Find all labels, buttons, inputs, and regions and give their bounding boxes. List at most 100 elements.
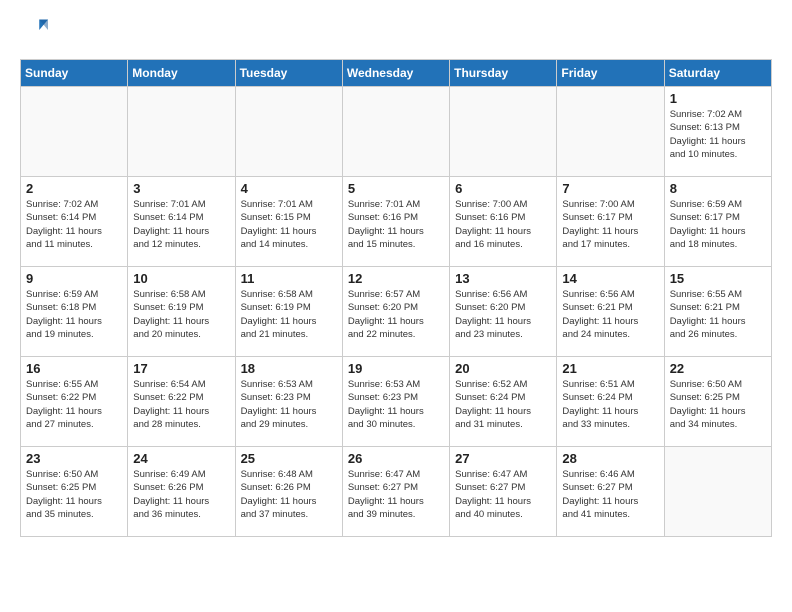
week-row-1: 1 Sunrise: 7:02 AM Sunset: 6:13 PM Daylig… xyxy=(21,87,772,177)
day-cell: 28 Sunrise: 6:46 AM Sunset: 6:27 PM Dayli… xyxy=(557,447,664,537)
day-cell: 7 Sunrise: 7:00 AM Sunset: 6:17 PM Daylig… xyxy=(557,177,664,267)
day-cell xyxy=(342,87,449,177)
day-number: 18 xyxy=(241,361,337,376)
day-cell: 15 Sunrise: 6:55 AM Sunset: 6:21 PM Dayli… xyxy=(664,267,771,357)
day-info: Sunrise: 6:56 AM Sunset: 6:21 PM Dayligh… xyxy=(562,288,658,341)
day-info: Sunrise: 7:01 AM Sunset: 6:16 PM Dayligh… xyxy=(348,198,444,251)
weekday-header-monday: Monday xyxy=(128,60,235,87)
day-cell: 26 Sunrise: 6:47 AM Sunset: 6:27 PM Dayli… xyxy=(342,447,449,537)
day-number: 28 xyxy=(562,451,658,466)
weekday-header-sunday: Sunday xyxy=(21,60,128,87)
day-info: Sunrise: 7:02 AM Sunset: 6:13 PM Dayligh… xyxy=(670,108,766,161)
day-number: 20 xyxy=(455,361,551,376)
day-info: Sunrise: 6:56 AM Sunset: 6:20 PM Dayligh… xyxy=(455,288,551,341)
day-number: 6 xyxy=(455,181,551,196)
day-info: Sunrise: 6:53 AM Sunset: 6:23 PM Dayligh… xyxy=(348,378,444,431)
day-info: Sunrise: 7:02 AM Sunset: 6:14 PM Dayligh… xyxy=(26,198,122,251)
day-cell: 20 Sunrise: 6:52 AM Sunset: 6:24 PM Dayli… xyxy=(450,357,557,447)
calendar-table: SundayMondayTuesdayWednesdayThursdayFrid… xyxy=(20,59,772,537)
day-info: Sunrise: 7:00 AM Sunset: 6:17 PM Dayligh… xyxy=(562,198,658,251)
day-number: 13 xyxy=(455,271,551,286)
week-row-5: 23 Sunrise: 6:50 AM Sunset: 6:25 PM Dayli… xyxy=(21,447,772,537)
day-info: Sunrise: 6:55 AM Sunset: 6:21 PM Dayligh… xyxy=(670,288,766,341)
day-cell: 1 Sunrise: 7:02 AM Sunset: 6:13 PM Daylig… xyxy=(664,87,771,177)
day-cell: 4 Sunrise: 7:01 AM Sunset: 6:15 PM Daylig… xyxy=(235,177,342,267)
day-cell: 22 Sunrise: 6:50 AM Sunset: 6:25 PM Dayli… xyxy=(664,357,771,447)
weekday-header-wednesday: Wednesday xyxy=(342,60,449,87)
day-cell xyxy=(21,87,128,177)
day-number: 3 xyxy=(133,181,229,196)
weekday-header-row: SundayMondayTuesdayWednesdayThursdayFrid… xyxy=(21,60,772,87)
day-number: 16 xyxy=(26,361,122,376)
day-info: Sunrise: 6:50 AM Sunset: 6:25 PM Dayligh… xyxy=(26,468,122,521)
day-cell: 6 Sunrise: 7:00 AM Sunset: 6:16 PM Daylig… xyxy=(450,177,557,267)
day-cell: 21 Sunrise: 6:51 AM Sunset: 6:24 PM Dayli… xyxy=(557,357,664,447)
day-cell: 14 Sunrise: 6:56 AM Sunset: 6:21 PM Dayli… xyxy=(557,267,664,357)
day-info: Sunrise: 7:01 AM Sunset: 6:15 PM Dayligh… xyxy=(241,198,337,251)
day-info: Sunrise: 6:58 AM Sunset: 6:19 PM Dayligh… xyxy=(133,288,229,341)
day-info: Sunrise: 6:59 AM Sunset: 6:17 PM Dayligh… xyxy=(670,198,766,251)
day-number: 27 xyxy=(455,451,551,466)
day-info: Sunrise: 7:00 AM Sunset: 6:16 PM Dayligh… xyxy=(455,198,551,251)
day-cell: 24 Sunrise: 6:49 AM Sunset: 6:26 PM Dayli… xyxy=(128,447,235,537)
day-cell: 3 Sunrise: 7:01 AM Sunset: 6:14 PM Daylig… xyxy=(128,177,235,267)
day-number: 22 xyxy=(670,361,766,376)
day-cell xyxy=(664,447,771,537)
day-info: Sunrise: 6:54 AM Sunset: 6:22 PM Dayligh… xyxy=(133,378,229,431)
day-cell: 17Sunrise: 6:54 AM Sunset: 6:22 PM Dayli… xyxy=(128,357,235,447)
day-info: Sunrise: 6:49 AM Sunset: 6:26 PM Dayligh… xyxy=(133,468,229,521)
day-cell: 8 Sunrise: 6:59 AM Sunset: 6:17 PM Daylig… xyxy=(664,177,771,267)
day-number: 19 xyxy=(348,361,444,376)
day-number: 1 xyxy=(670,91,766,106)
day-info: Sunrise: 6:47 AM Sunset: 6:27 PM Dayligh… xyxy=(348,468,444,521)
week-row-2: 2 Sunrise: 7:02 AM Sunset: 6:14 PM Daylig… xyxy=(21,177,772,267)
logo-icon xyxy=(20,16,48,44)
day-cell: 18 Sunrise: 6:53 AM Sunset: 6:23 PM Dayli… xyxy=(235,357,342,447)
day-info: Sunrise: 6:47 AM Sunset: 6:27 PM Dayligh… xyxy=(455,468,551,521)
day-number: 2 xyxy=(26,181,122,196)
day-cell: 16 Sunrise: 6:55 AM Sunset: 6:22 PM Dayli… xyxy=(21,357,128,447)
day-cell xyxy=(128,87,235,177)
day-cell: 2 Sunrise: 7:02 AM Sunset: 6:14 PM Daylig… xyxy=(21,177,128,267)
day-info: Sunrise: 6:52 AM Sunset: 6:24 PM Dayligh… xyxy=(455,378,551,431)
day-cell: 19 Sunrise: 6:53 AM Sunset: 6:23 PM Dayli… xyxy=(342,357,449,447)
day-info: Sunrise: 6:46 AM Sunset: 6:27 PM Dayligh… xyxy=(562,468,658,521)
day-cell xyxy=(450,87,557,177)
day-number: 21 xyxy=(562,361,658,376)
weekday-header-friday: Friday xyxy=(557,60,664,87)
day-cell: 5 Sunrise: 7:01 AM Sunset: 6:16 PM Daylig… xyxy=(342,177,449,267)
weekday-header-thursday: Thursday xyxy=(450,60,557,87)
week-row-4: 16 Sunrise: 6:55 AM Sunset: 6:22 PM Dayli… xyxy=(21,357,772,447)
day-info: Sunrise: 6:55 AM Sunset: 6:22 PM Dayligh… xyxy=(26,378,122,431)
day-number: 5 xyxy=(348,181,444,196)
week-row-3: 9 Sunrise: 6:59 AM Sunset: 6:18 PM Daylig… xyxy=(21,267,772,357)
day-cell: 25Sunrise: 6:48 AM Sunset: 6:26 PM Dayli… xyxy=(235,447,342,537)
day-number: 14 xyxy=(562,271,658,286)
day-cell: 27 Sunrise: 6:47 AM Sunset: 6:27 PM Dayli… xyxy=(450,447,557,537)
day-cell: 9 Sunrise: 6:59 AM Sunset: 6:18 PM Daylig… xyxy=(21,267,128,357)
day-info: Sunrise: 6:48 AM Sunset: 6:26 PM Dayligh… xyxy=(241,468,337,521)
day-number: 11 xyxy=(241,271,337,286)
day-cell: 23 Sunrise: 6:50 AM Sunset: 6:25 PM Dayli… xyxy=(21,447,128,537)
day-number: 24 xyxy=(133,451,229,466)
page-header xyxy=(20,20,772,49)
day-number: 15 xyxy=(670,271,766,286)
day-cell xyxy=(557,87,664,177)
day-info: Sunrise: 7:01 AM Sunset: 6:14 PM Dayligh… xyxy=(133,198,229,251)
day-info: Sunrise: 6:58 AM Sunset: 6:19 PM Dayligh… xyxy=(241,288,337,341)
logo xyxy=(20,20,48,49)
day-cell: 12Sunrise: 6:57 AM Sunset: 6:20 PM Dayli… xyxy=(342,267,449,357)
day-number: 26 xyxy=(348,451,444,466)
day-info: Sunrise: 6:53 AM Sunset: 6:23 PM Dayligh… xyxy=(241,378,337,431)
day-number: 8 xyxy=(670,181,766,196)
weekday-header-tuesday: Tuesday xyxy=(235,60,342,87)
weekday-header-saturday: Saturday xyxy=(664,60,771,87)
day-number: 23 xyxy=(26,451,122,466)
day-info: Sunrise: 6:51 AM Sunset: 6:24 PM Dayligh… xyxy=(562,378,658,431)
day-number: 7 xyxy=(562,181,658,196)
day-info: Sunrise: 6:59 AM Sunset: 6:18 PM Dayligh… xyxy=(26,288,122,341)
day-cell: 11 Sunrise: 6:58 AM Sunset: 6:19 PM Dayli… xyxy=(235,267,342,357)
day-number: 4 xyxy=(241,181,337,196)
day-info: Sunrise: 6:50 AM Sunset: 6:25 PM Dayligh… xyxy=(670,378,766,431)
day-number: 9 xyxy=(26,271,122,286)
